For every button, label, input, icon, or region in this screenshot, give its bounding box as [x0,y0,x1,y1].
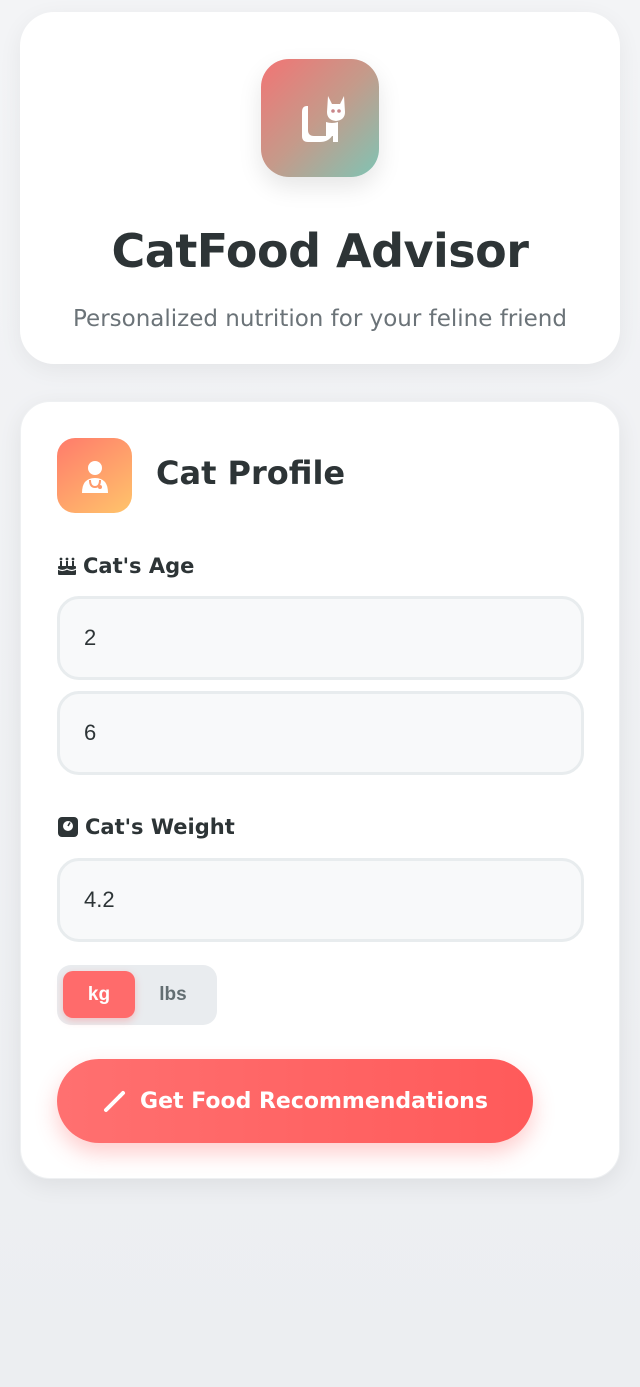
profile-badge [57,438,132,513]
app-title: CatFood Advisor [111,224,529,278]
weight-input[interactable]: 4.2 [57,858,584,942]
app-subtitle: Personalized nutrition for your feline f… [73,306,567,332]
unit-kg-button[interactable]: kg [63,971,135,1018]
app-logo [261,59,379,177]
section-title: Cat Profile [156,454,346,492]
unit-toggle: kg lbs [57,965,217,1025]
cat-icon [302,96,345,142]
get-recommendations-button[interactable]: Get Food Recommendations [57,1059,533,1143]
age-months-input[interactable]: 6 [57,691,584,775]
age-years-input[interactable]: 2 [57,596,584,680]
magic-wand-icon [104,1091,126,1112]
header-card: CatFood Advisor Personalized nutrition f… [20,12,620,364]
unit-lbs-button[interactable]: lbs [137,971,209,1018]
page: CatFood Advisor Personalized nutrition f… [0,0,640,1387]
age-label: Cat's Age [57,554,194,578]
weight-label: Cat's Weight [57,815,235,839]
get-recommendations-label: Get Food Recommendations [140,1088,488,1114]
weight-label-text: Cat's Weight [85,815,235,839]
scale-icon [58,817,78,837]
birthday-cake-icon [57,557,77,575]
cat-profile-card: Cat Profile Cat's Age 2 6 Cat's Weight 4… [20,401,620,1179]
vet-icon [81,460,108,493]
age-label-text: Cat's Age [83,554,195,578]
